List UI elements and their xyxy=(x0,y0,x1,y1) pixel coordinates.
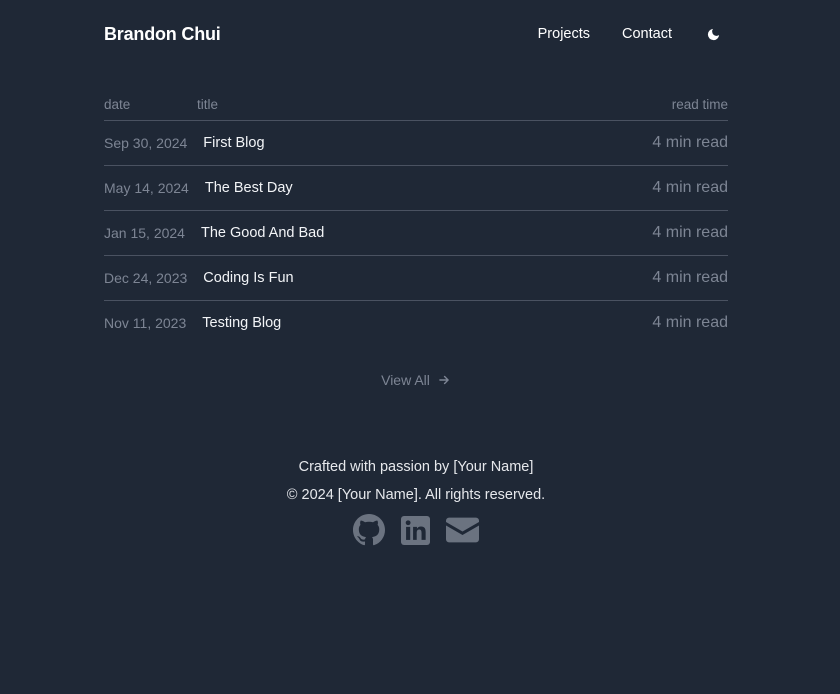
post-title[interactable]: The Best Day xyxy=(205,180,653,196)
arrow-right-icon xyxy=(439,375,449,385)
brand-logo[interactable]: Brandon Chui xyxy=(104,24,221,45)
moon-icon xyxy=(707,28,719,40)
table-row[interactable]: Sep 30, 2024 First Blog 4 min read xyxy=(104,121,728,166)
column-header-read-time: read time xyxy=(671,96,728,112)
table-row[interactable]: May 14, 2024 The Best Day 4 min read xyxy=(104,166,728,211)
post-title[interactable]: Coding Is Fun xyxy=(203,270,652,286)
table-header: date title read time xyxy=(104,88,728,121)
post-read-time: 4 min read xyxy=(652,224,728,241)
social-links xyxy=(0,514,832,546)
site-header: Brandon Chui Projects Contact xyxy=(104,0,728,68)
github-link[interactable] xyxy=(353,514,385,546)
table-row[interactable]: Jan 15, 2024 The Good And Bad 4 min read xyxy=(104,211,728,256)
footer-credit: Crafted with passion by [Your Name] xyxy=(298,459,534,475)
mail-icon xyxy=(446,517,479,543)
view-all-container: View All xyxy=(0,372,832,388)
github-icon xyxy=(353,514,385,546)
post-date: Jan 15, 2024 xyxy=(104,225,185,241)
nav-item-contact[interactable]: Contact xyxy=(622,26,672,42)
nav-item-projects[interactable]: Projects xyxy=(538,26,590,42)
linkedin-link[interactable] xyxy=(401,515,430,545)
post-read-time: 4 min read xyxy=(652,269,728,286)
mail-link[interactable] xyxy=(446,517,479,543)
post-title[interactable]: First Blog xyxy=(203,135,652,151)
post-title[interactable]: The Good And Bad xyxy=(201,225,652,241)
page: Brandon Chui Projects Contact date title… xyxy=(0,0,840,694)
post-title[interactable]: Testing Blog xyxy=(202,315,652,331)
view-all-link[interactable]: View All xyxy=(381,372,451,388)
table-row[interactable]: Dec 24, 2023 Coding Is Fun 4 min read xyxy=(104,256,728,301)
column-header-title: title xyxy=(197,96,219,112)
main-nav: Projects Contact xyxy=(506,25,728,43)
column-header-date: date xyxy=(104,96,131,112)
post-date: May 14, 2024 xyxy=(104,180,189,196)
footer-copyright: © 2024 [Your Name]. All rights reserved. xyxy=(286,487,546,503)
table-row[interactable]: Nov 11, 2023 Testing Blog 4 min read xyxy=(104,301,728,345)
post-read-time: 4 min read xyxy=(652,134,728,151)
post-date: Nov 11, 2023 xyxy=(104,315,187,331)
view-all-label: View All xyxy=(381,372,430,388)
theme-toggle-button[interactable] xyxy=(704,25,722,43)
post-date: Dec 24, 2023 xyxy=(104,270,188,286)
site-footer: Crafted with passion by [Your Name] © 20… xyxy=(0,456,832,546)
linkedin-icon xyxy=(401,515,430,545)
blog-table: date title read time Sep 30, 2024 First … xyxy=(104,88,728,345)
post-date: Sep 30, 2024 xyxy=(104,135,188,151)
post-read-time: 4 min read xyxy=(652,179,728,196)
post-read-time: 4 min read xyxy=(652,314,728,331)
